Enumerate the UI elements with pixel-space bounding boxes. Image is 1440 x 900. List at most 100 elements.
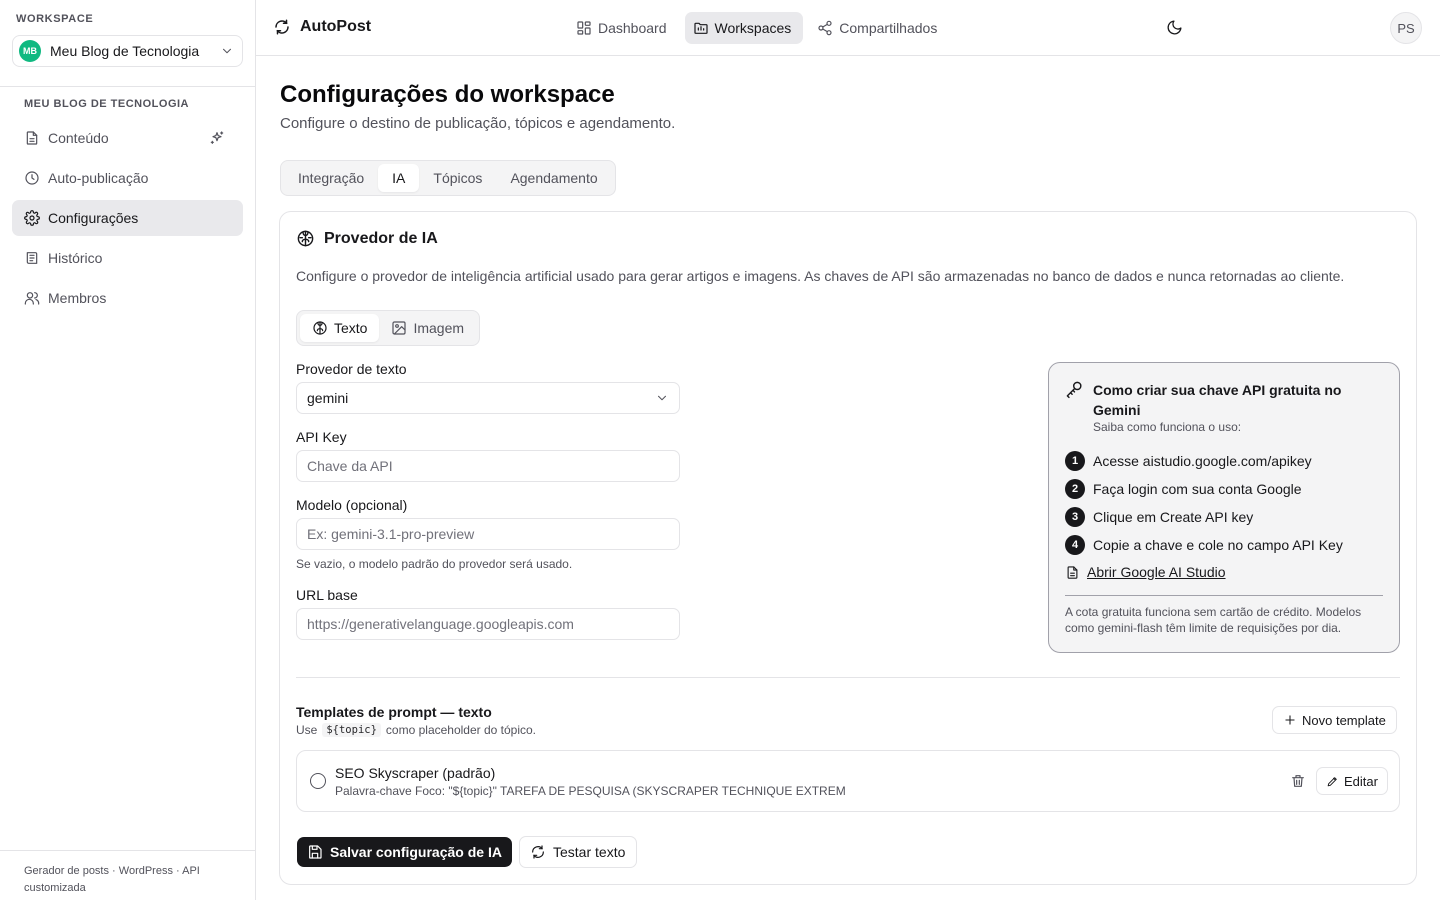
subtab-imagem[interactable]: Imagem	[379, 314, 476, 342]
card-description: Configure o provedor de inteligência art…	[296, 268, 1345, 284]
tab-agendamento[interactable]: Agendamento	[496, 164, 611, 192]
test-text-button[interactable]: Testar texto	[519, 836, 638, 868]
model-field[interactable]	[296, 518, 680, 550]
edit-template-button[interactable]: Editar	[1316, 767, 1388, 795]
sidebar-item-conteudo[interactable]: Conteúdo	[12, 120, 243, 156]
brand[interactable]: AutoPost	[273, 18, 371, 36]
subtab-texto[interactable]: Texto	[300, 314, 380, 342]
step-text: Faça login com sua conta Google	[1093, 481, 1302, 497]
help-divider	[1065, 595, 1383, 596]
sidebar-item-membros[interactable]: Membros	[12, 280, 243, 316]
sparkles-icon[interactable]	[209, 130, 225, 146]
card-header: Provedor de IA	[296, 229, 438, 248]
subtab-label: Imagem	[413, 320, 465, 336]
sidebar-item-label: Configurações	[48, 210, 139, 226]
provider-select[interactable]: gemini	[296, 382, 680, 414]
help-link-row: Abrir Google AI Studio	[1065, 564, 1226, 580]
trash-icon[interactable]	[1290, 773, 1306, 789]
pencil-icon	[1326, 775, 1339, 788]
api-key-help-box: Como criar sua chave API gratuita no Gem…	[1048, 362, 1400, 653]
chevron-down-icon	[655, 391, 669, 405]
model-label: Modelo (opcional)	[296, 497, 408, 513]
nav-label: Workspaces	[714, 20, 792, 36]
chevron-down-icon	[220, 44, 234, 58]
section-divider	[296, 677, 1400, 678]
sidebar-item-configuracoes[interactable]: Configurações	[12, 200, 243, 236]
step-text: Acesse aistudio.google.com/apikey	[1093, 453, 1312, 469]
sidebar-footer-divider	[0, 850, 255, 851]
sidebar-nav: Conteúdo Auto-publicação Configurações H…	[12, 120, 243, 320]
page-title: Configurações do workspace	[280, 81, 615, 108]
history-icon	[24, 250, 40, 266]
brain-icon	[312, 320, 328, 336]
base-url-field[interactable]	[296, 608, 680, 640]
key-icon	[1065, 380, 1084, 399]
step-number: 1	[1065, 451, 1085, 471]
workspace-name: Meu Blog de Tecnologia	[50, 43, 200, 59]
ai-provider-card: Provedor de IA Configure o provedor de i…	[279, 211, 1417, 885]
step-number: 2	[1065, 479, 1085, 499]
workspace-avatar: MB	[19, 40, 41, 62]
sidebar-item-historico[interactable]: Histórico	[12, 240, 243, 276]
step-number: 3	[1065, 507, 1085, 527]
template-radio[interactable]	[310, 773, 326, 789]
help-subtitle: Saiba como funciona o uso:	[1093, 420, 1242, 434]
nav-workspaces[interactable]: Workspaces	[684, 12, 804, 44]
model-input[interactable]	[307, 526, 669, 542]
help-steps: 1 Acesse aistudio.google.com/apikey 2 Fa…	[1065, 447, 1343, 559]
refresh-icon	[530, 844, 546, 860]
grid-icon	[576, 20, 592, 36]
tab-topicos[interactable]: Tópicos	[419, 164, 496, 192]
sidebar-divider	[0, 86, 255, 87]
image-icon	[391, 320, 407, 336]
plus-icon	[1283, 713, 1297, 727]
test-label: Testar texto	[553, 844, 626, 860]
base-url-input[interactable]	[307, 616, 669, 632]
base-url-label: URL base	[296, 587, 358, 603]
help-title: Como criar sua chave API gratuita no Gem…	[1093, 382, 1342, 418]
topic-placeholder-code: ${topic}	[322, 723, 381, 737]
user-avatar[interactable]: PS	[1390, 12, 1422, 44]
top-nav: Dashboard Workspaces Compartilhados	[568, 12, 955, 44]
settings-tabs: Integração IA Tópicos Agendamento	[280, 160, 616, 196]
folder-icon	[693, 20, 709, 36]
nav-compartilhados[interactable]: Compartilhados	[809, 12, 949, 44]
edit-label: Editar	[1344, 773, 1378, 789]
users-icon	[24, 290, 40, 306]
subtab-label: Texto	[334, 320, 368, 336]
tab-integracao[interactable]: Integração	[284, 164, 378, 192]
tab-ia[interactable]: IA	[378, 164, 420, 192]
workspace-selector[interactable]: MB Meu Blog de Tecnologia	[12, 35, 243, 67]
topbar: AutoPost Dashboard Workspaces Compartilh…	[256, 0, 1440, 56]
new-template-button[interactable]: Novo template	[1272, 706, 1397, 734]
hint-text: como placeholder do tópico.	[385, 723, 537, 737]
sidebar: WORKSPACE MB Meu Blog de Tecnologia MEU …	[0, 0, 256, 900]
api-key-label: API Key	[296, 429, 347, 445]
help-step: 1 Acesse aistudio.google.com/apikey	[1065, 447, 1343, 475]
provider-subtabs: Texto Imagem	[296, 310, 481, 346]
step-number: 4	[1065, 535, 1085, 555]
sidebar-item-auto-publicacao[interactable]: Auto-publicação	[12, 160, 243, 196]
help-step: 2 Faça login com sua conta Google	[1065, 475, 1343, 503]
provider-label: Provedor de texto	[296, 361, 407, 377]
templates-hint: Use ${topic} como placeholder do tópico.	[296, 723, 536, 737]
help-step: 3 Clique em Create API key	[1065, 503, 1343, 531]
api-key-input[interactable]	[307, 458, 669, 474]
sidebar-item-label: Membros	[48, 290, 107, 306]
card-title: Provedor de IA	[324, 229, 438, 247]
step-text: Copie a chave e cole no campo API Key	[1093, 537, 1343, 553]
hint-text: Use	[296, 723, 318, 737]
moon-icon[interactable]	[1166, 19, 1183, 36]
google-ai-studio-link[interactable]: Abrir Google AI Studio	[1087, 564, 1226, 580]
api-key-field[interactable]	[296, 450, 680, 482]
provider-select-value: gemini	[307, 390, 349, 406]
save-ai-config-button[interactable]: Salvar configuração de IA	[297, 837, 512, 867]
model-hint: Se vazio, o modelo padrão do provedor se…	[296, 557, 573, 571]
document-icon	[1065, 565, 1080, 580]
nav-dashboard[interactable]: Dashboard	[568, 12, 679, 44]
save-icon	[307, 844, 323, 860]
save-label: Salvar configuração de IA	[330, 844, 502, 860]
help-step: 4 Copie a chave e cole no campo API Key	[1065, 531, 1343, 559]
help-note: A cota gratuita funciona sem cartão de c…	[1065, 605, 1362, 635]
page-subtitle: Configure o destino de publicação, tópic…	[280, 115, 676, 132]
